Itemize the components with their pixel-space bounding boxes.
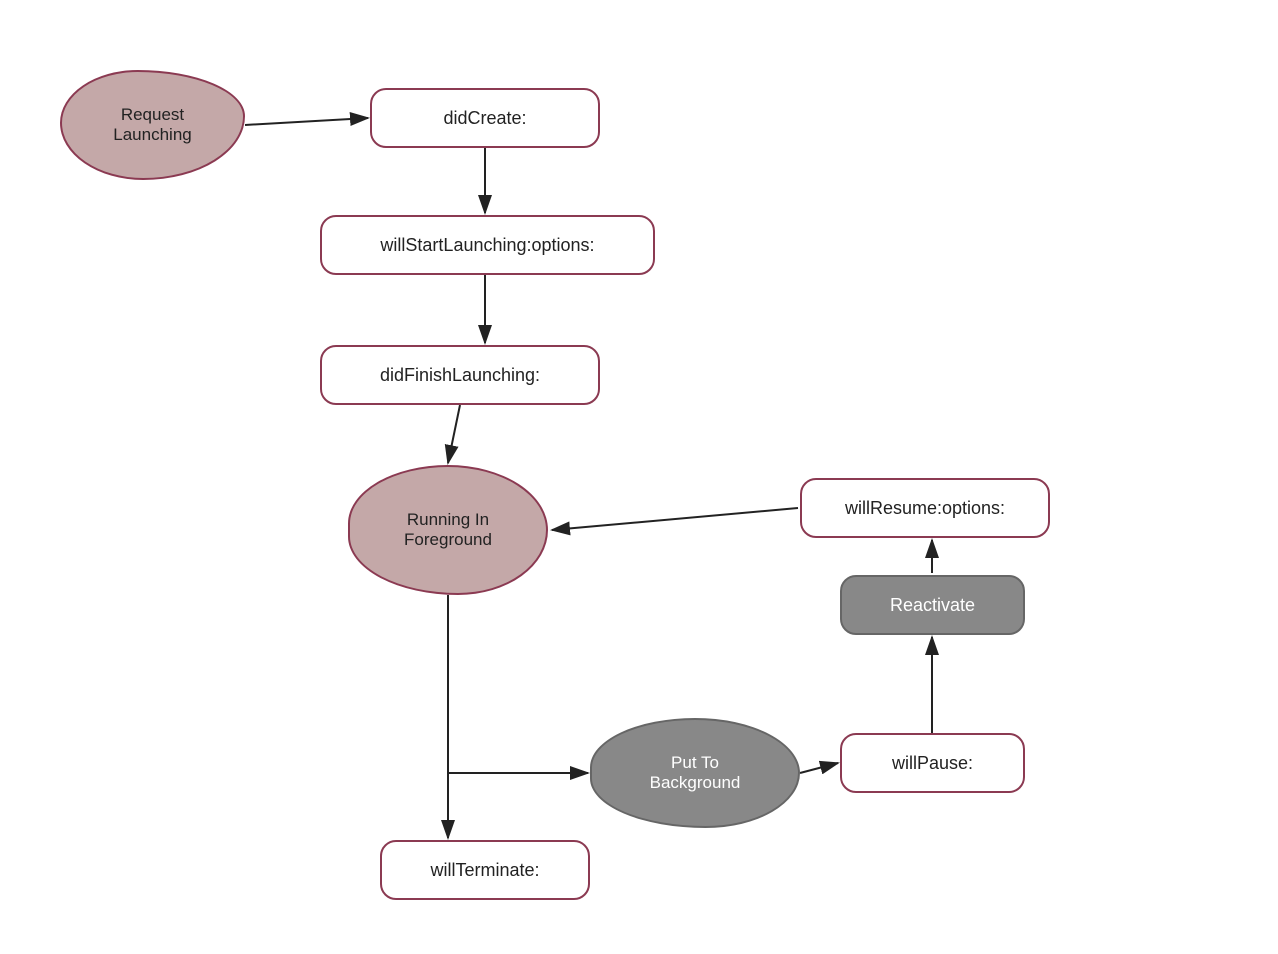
node-will-terminate: willTerminate: (380, 840, 590, 900)
node-request-launching: Request Launching (60, 70, 245, 180)
node-will-start-launching: willStartLaunching:options: (320, 215, 655, 275)
put-to-background-label: Put To Background (650, 753, 741, 793)
did-create-label: didCreate: (443, 108, 526, 129)
will-terminate-label: willTerminate: (430, 860, 539, 881)
node-running-in-foreground: Running In Foreground (348, 465, 548, 595)
request-launching-label: Request Launching (113, 105, 191, 145)
will-resume-label: willResume:options: (845, 498, 1005, 519)
diagram-container: Request Launching didCreate: willStartLa… (0, 0, 1278, 954)
will-start-launching-label: willStartLaunching:options: (380, 235, 594, 256)
running-in-foreground-label: Running In Foreground (404, 510, 492, 550)
did-finish-launching-label: didFinishLaunching: (380, 365, 540, 386)
node-did-create: didCreate: (370, 88, 600, 148)
node-put-to-background: Put To Background (590, 718, 800, 828)
node-will-pause: willPause: (840, 733, 1025, 793)
node-reactivate: Reactivate (840, 575, 1025, 635)
will-pause-label: willPause: (892, 753, 973, 774)
reactivate-label: Reactivate (890, 595, 975, 616)
node-did-finish-launching: didFinishLaunching: (320, 345, 600, 405)
node-will-resume: willResume:options: (800, 478, 1050, 538)
